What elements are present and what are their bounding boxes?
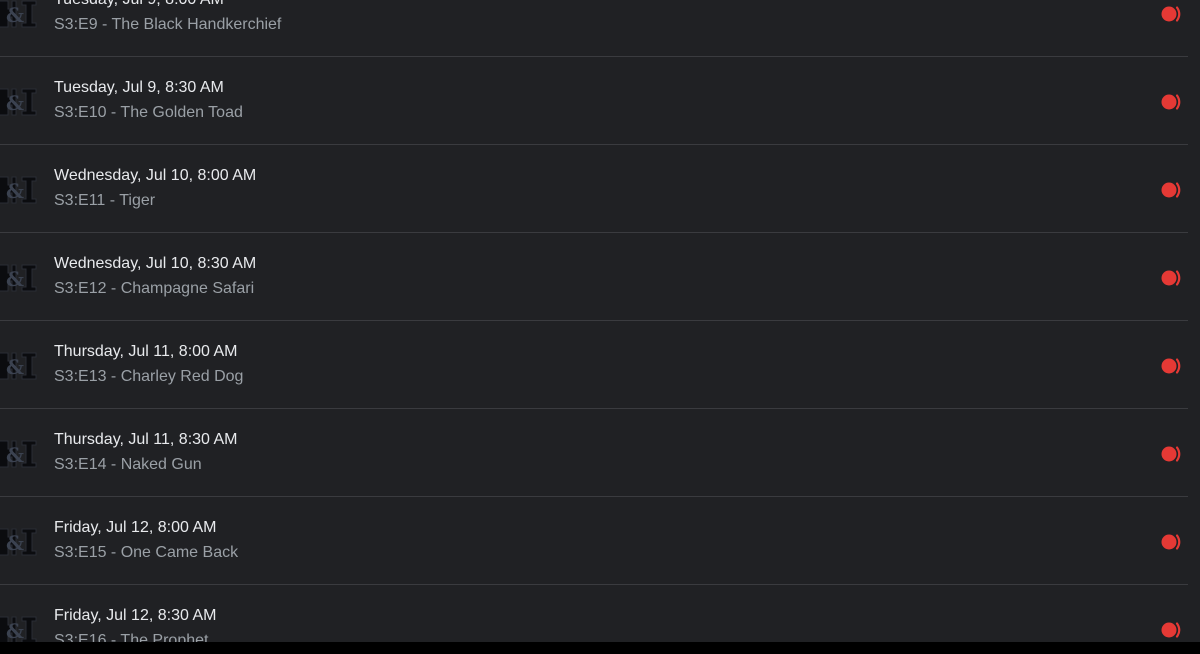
episode-row[interactable]: & Thursday, Jul 11, 8:30 AM S3:E14 - Nak… <box>0 409 1188 497</box>
episode-texts: Friday, Jul 12, 8:30 AM S3:E16 - The Pro… <box>54 606 216 642</box>
record-icon <box>1161 94 1181 110</box>
show-logo-icon: & <box>0 173 38 207</box>
episode-row[interactable]: & Wednesday, Jul 10, 8:00 AM S3:E11 - Ti… <box>0 145 1188 233</box>
episode-title: S3:E12 - Champagne Safari <box>54 280 255 297</box>
show-logo-icon: & <box>0 349 38 383</box>
record-button[interactable] <box>1152 2 1186 26</box>
airing-datetime: Friday, Jul 12, 8:30 AM <box>54 607 217 624</box>
record-icon <box>1161 446 1181 462</box>
show-logo-icon: & <box>0 0 38 31</box>
record-button[interactable] <box>1152 442 1186 466</box>
svg-text:&: & <box>6 267 24 291</box>
record-button[interactable] <box>1152 530 1186 554</box>
airing-datetime: Wednesday, Jul 10, 8:30 AM <box>54 255 257 272</box>
episode-title: S3:E16 - The Prophet <box>54 632 209 642</box>
record-button[interactable] <box>1152 178 1186 202</box>
episode-schedule-viewport: & Tuesday, Jul 9, 8:00 AM S3:E9 - The Bl… <box>0 0 1200 642</box>
record-icon <box>1161 182 1181 198</box>
episode-row[interactable]: & Friday, Jul 12, 8:30 AM S3:E16 - The P… <box>0 585 1188 642</box>
show-logo-icon: & <box>0 613 38 642</box>
airing-datetime: Thursday, Jul 11, 8:00 AM <box>54 343 238 360</box>
record-button[interactable] <box>1152 618 1186 642</box>
svg-text:&: & <box>6 531 24 555</box>
svg-text:&: & <box>6 619 24 642</box>
airing-datetime: Wednesday, Jul 10, 8:00 AM <box>54 167 257 184</box>
svg-text:&: & <box>6 179 24 203</box>
episode-row[interactable]: & Wednesday, Jul 10, 8:30 AM S3:E12 - Ch… <box>0 233 1188 321</box>
episode-row[interactable]: & Tuesday, Jul 9, 8:00 AM S3:E9 - The Bl… <box>0 0 1188 57</box>
svg-text:&: & <box>6 443 24 467</box>
airing-datetime: Tuesday, Jul 9, 8:00 AM <box>54 0 281 10</box>
show-logo-icon: & <box>0 525 38 559</box>
record-icon <box>1161 358 1181 374</box>
record-icon <box>1161 622 1181 638</box>
episode-texts: Thursday, Jul 11, 8:00 AM S3:E13 - Charl… <box>54 342 243 387</box>
airing-datetime: Thursday, Jul 11, 8:30 AM <box>54 431 238 448</box>
show-logo-icon: & <box>0 85 38 119</box>
record-button[interactable] <box>1152 90 1186 114</box>
record-button[interactable] <box>1152 354 1186 378</box>
episode-title: S3:E13 - Charley Red Dog <box>54 368 244 385</box>
svg-text:&: & <box>6 3 24 27</box>
svg-text:&: & <box>6 355 24 379</box>
show-logo-icon: & <box>0 261 38 295</box>
episode-title: S3:E10 - The Golden Toad <box>54 104 243 121</box>
episode-texts: Tuesday, Jul 9, 8:00 AM S3:E9 - The Blac… <box>54 0 281 35</box>
episode-texts: Thursday, Jul 11, 8:30 AM S3:E14 - Naked… <box>54 430 238 475</box>
bottom-edge <box>0 642 1200 654</box>
record-icon <box>1161 270 1181 286</box>
episode-title: S3:E15 - One Came Back <box>54 544 239 561</box>
episode-title: S3:E9 - The Black Handkerchief <box>54 16 282 33</box>
episode-title: S3:E14 - Naked Gun <box>54 456 202 473</box>
airing-datetime: Friday, Jul 12, 8:00 AM <box>54 519 217 536</box>
record-icon <box>1161 6 1181 22</box>
record-icon <box>1161 534 1181 550</box>
episode-title: S3:E11 - Tiger <box>54 192 156 209</box>
episode-row[interactable]: & Thursday, Jul 11, 8:00 AM S3:E13 - Cha… <box>0 321 1188 409</box>
svg-text:&: & <box>6 91 24 115</box>
episode-texts: Wednesday, Jul 10, 8:00 AM S3:E11 - Tige… <box>54 166 256 211</box>
episode-list: & Tuesday, Jul 9, 8:00 AM S3:E9 - The Bl… <box>0 0 1188 642</box>
airing-datetime: Tuesday, Jul 9, 8:30 AM <box>54 79 224 96</box>
episode-texts: Friday, Jul 12, 8:00 AM S3:E15 - One Cam… <box>54 518 238 563</box>
episode-texts: Tuesday, Jul 9, 8:30 AM S3:E10 - The Gol… <box>54 78 243 123</box>
episode-row[interactable]: & Friday, Jul 12, 8:00 AM S3:E15 - One C… <box>0 497 1188 585</box>
show-logo-icon: & <box>0 437 38 471</box>
record-button[interactable] <box>1152 266 1186 290</box>
episode-texts: Wednesday, Jul 10, 8:30 AM S3:E12 - Cham… <box>54 254 256 299</box>
episode-row[interactable]: & Tuesday, Jul 9, 8:30 AM S3:E10 - The G… <box>0 57 1188 145</box>
